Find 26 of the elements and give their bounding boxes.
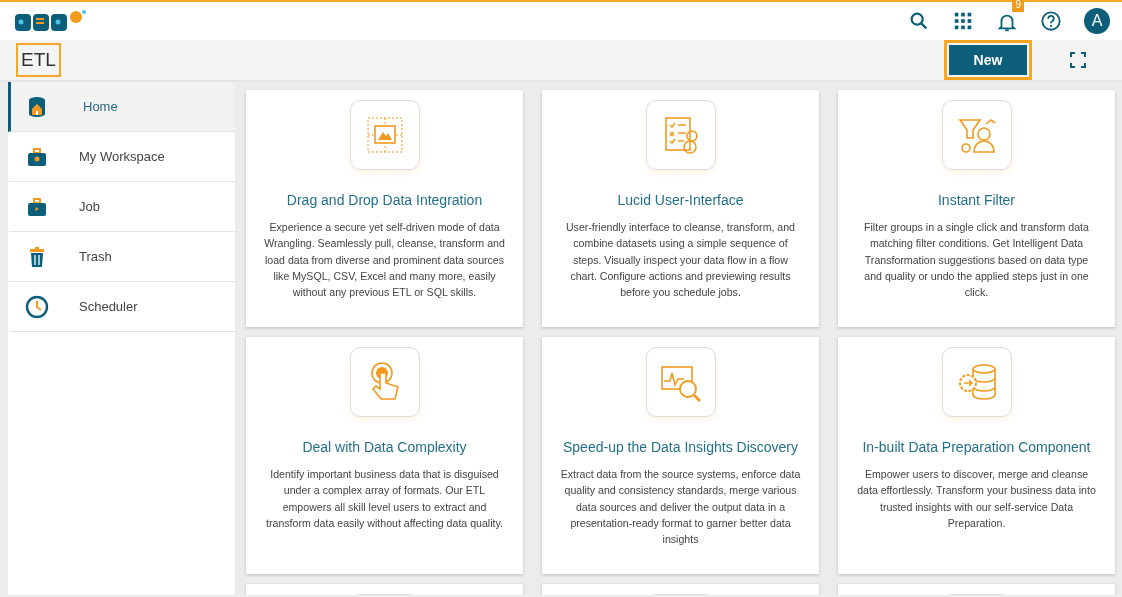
page-title: ETL <box>16 42 61 78</box>
card-description: Filter groups in a single click and transform data matching filter conditions. Get Intelligent Data Transformation suggestions based on data type and quality or undo the applied steps just in one click. <box>863 220 1090 301</box>
card-description: Empower users to discover, merge and cleanse data effortlessly. Transform your business data into trusted insights with our self-service Data Preparation. <box>856 467 1097 531</box>
card-title: Deal with Data Complexity <box>301 438 468 457</box>
card-description: Identify important business data that is disguised under a complex array of formats. Our ETL empowers all skill level users to extract and transform data easily without affecting data quality. <box>265 467 504 531</box>
card-title: Lucid User-Interface <box>616 191 745 210</box>
sidebar-item[interactable]: My Workspace <box>8 132 235 182</box>
clock-icon <box>25 294 49 319</box>
user-avatar[interactable]: A <box>1084 8 1110 34</box>
card-description: Experience a secure yet self-driven mode of data Wrangling. Seamlessly pull, cleanse, transform and load data from diverse and prominent data sources like MySQL, CSV, Excel and many more, easily without any previous ETL or SQL skills. <box>263 220 506 301</box>
fullscreen-icon[interactable] <box>1070 52 1086 68</box>
card-title: In-built Data Preparation Component <box>861 438 1092 457</box>
new-button[interactable]: New <box>944 40 1032 80</box>
sidebar-item[interactable]: Home <box>8 82 235 132</box>
sidebar-item[interactable]: Scheduler <box>8 282 235 332</box>
card-title: Speed-up the Data Insights Discovery <box>562 438 799 457</box>
card-description: User-friendly interface to cleanse, transform, and combine datasets using a simple sequence of steps. Visually inspect your data flow in a flow chart. Configure actions and previewing results before you schedule jobs. <box>564 220 796 301</box>
sidebar-item[interactable]: Job <box>8 182 235 232</box>
help-icon[interactable] <box>1040 10 1062 32</box>
notification-count: 9 <box>1012 0 1024 12</box>
sidebar-item[interactable]: Trash <box>8 232 235 282</box>
search-icon[interactable] <box>908 10 930 32</box>
card-description: Extract data from the source systems, enforce data quality and consistency standards, merge various data sources and deliver the output data in a presentation-ready format to garner better data insights <box>559 467 802 548</box>
card-title: Drag and Drop Data Integration <box>285 191 484 210</box>
card-title: Instant Filter <box>937 191 1016 210</box>
apps-grid-icon[interactable] <box>952 10 974 32</box>
